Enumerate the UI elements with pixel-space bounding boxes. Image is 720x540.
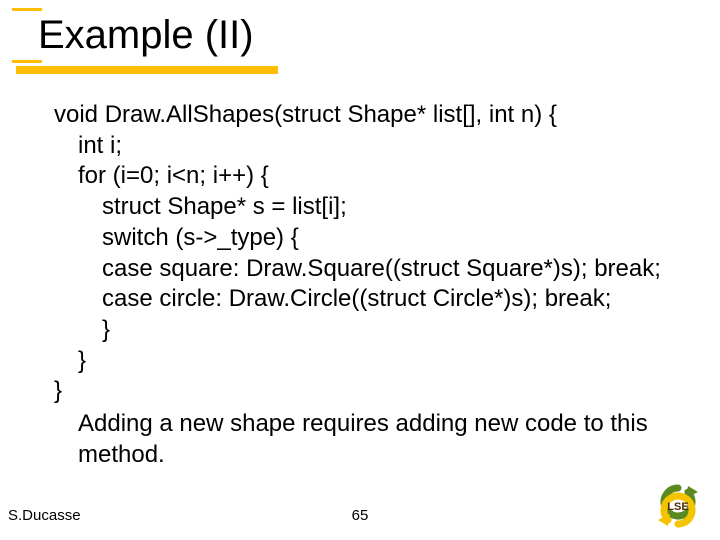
title-accent-bar-left xyxy=(12,60,42,63)
code-line: switch (s->_type) { xyxy=(54,223,690,254)
code-signature: void Draw.AllShapes(struct Shape* list[]… xyxy=(54,100,690,131)
title-container: Example (II) xyxy=(38,14,254,56)
title-underline-bar xyxy=(16,66,278,74)
code-line: int i; xyxy=(54,131,690,162)
code-line: case square: Draw.Square((struct Square*… xyxy=(54,254,690,285)
code-line: } xyxy=(54,315,690,346)
slide-body: void Draw.AllShapes(struct Shape* list[]… xyxy=(54,100,690,471)
lse-logo-icon: LSE xyxy=(654,482,702,530)
code-line: for (i=0; i<n; i++) { xyxy=(54,161,690,192)
code-line: } xyxy=(54,346,690,377)
footer-page-number: 65 xyxy=(352,507,369,524)
title-accent-bar-top xyxy=(12,8,42,11)
code-line: struct Shape* s = list[i]; xyxy=(54,192,690,223)
code-line: } xyxy=(54,376,690,407)
slide-title: Example (II) xyxy=(38,14,254,56)
footer-author: S.Ducasse xyxy=(8,507,81,524)
logo-text: LSE xyxy=(667,501,688,513)
code-line: case circle: Draw.Circle((struct Circle*… xyxy=(54,284,690,315)
slide: Example (II) void Draw.AllShapes(struct … xyxy=(0,0,720,540)
code-note: Adding a new shape requires adding new c… xyxy=(54,409,690,470)
